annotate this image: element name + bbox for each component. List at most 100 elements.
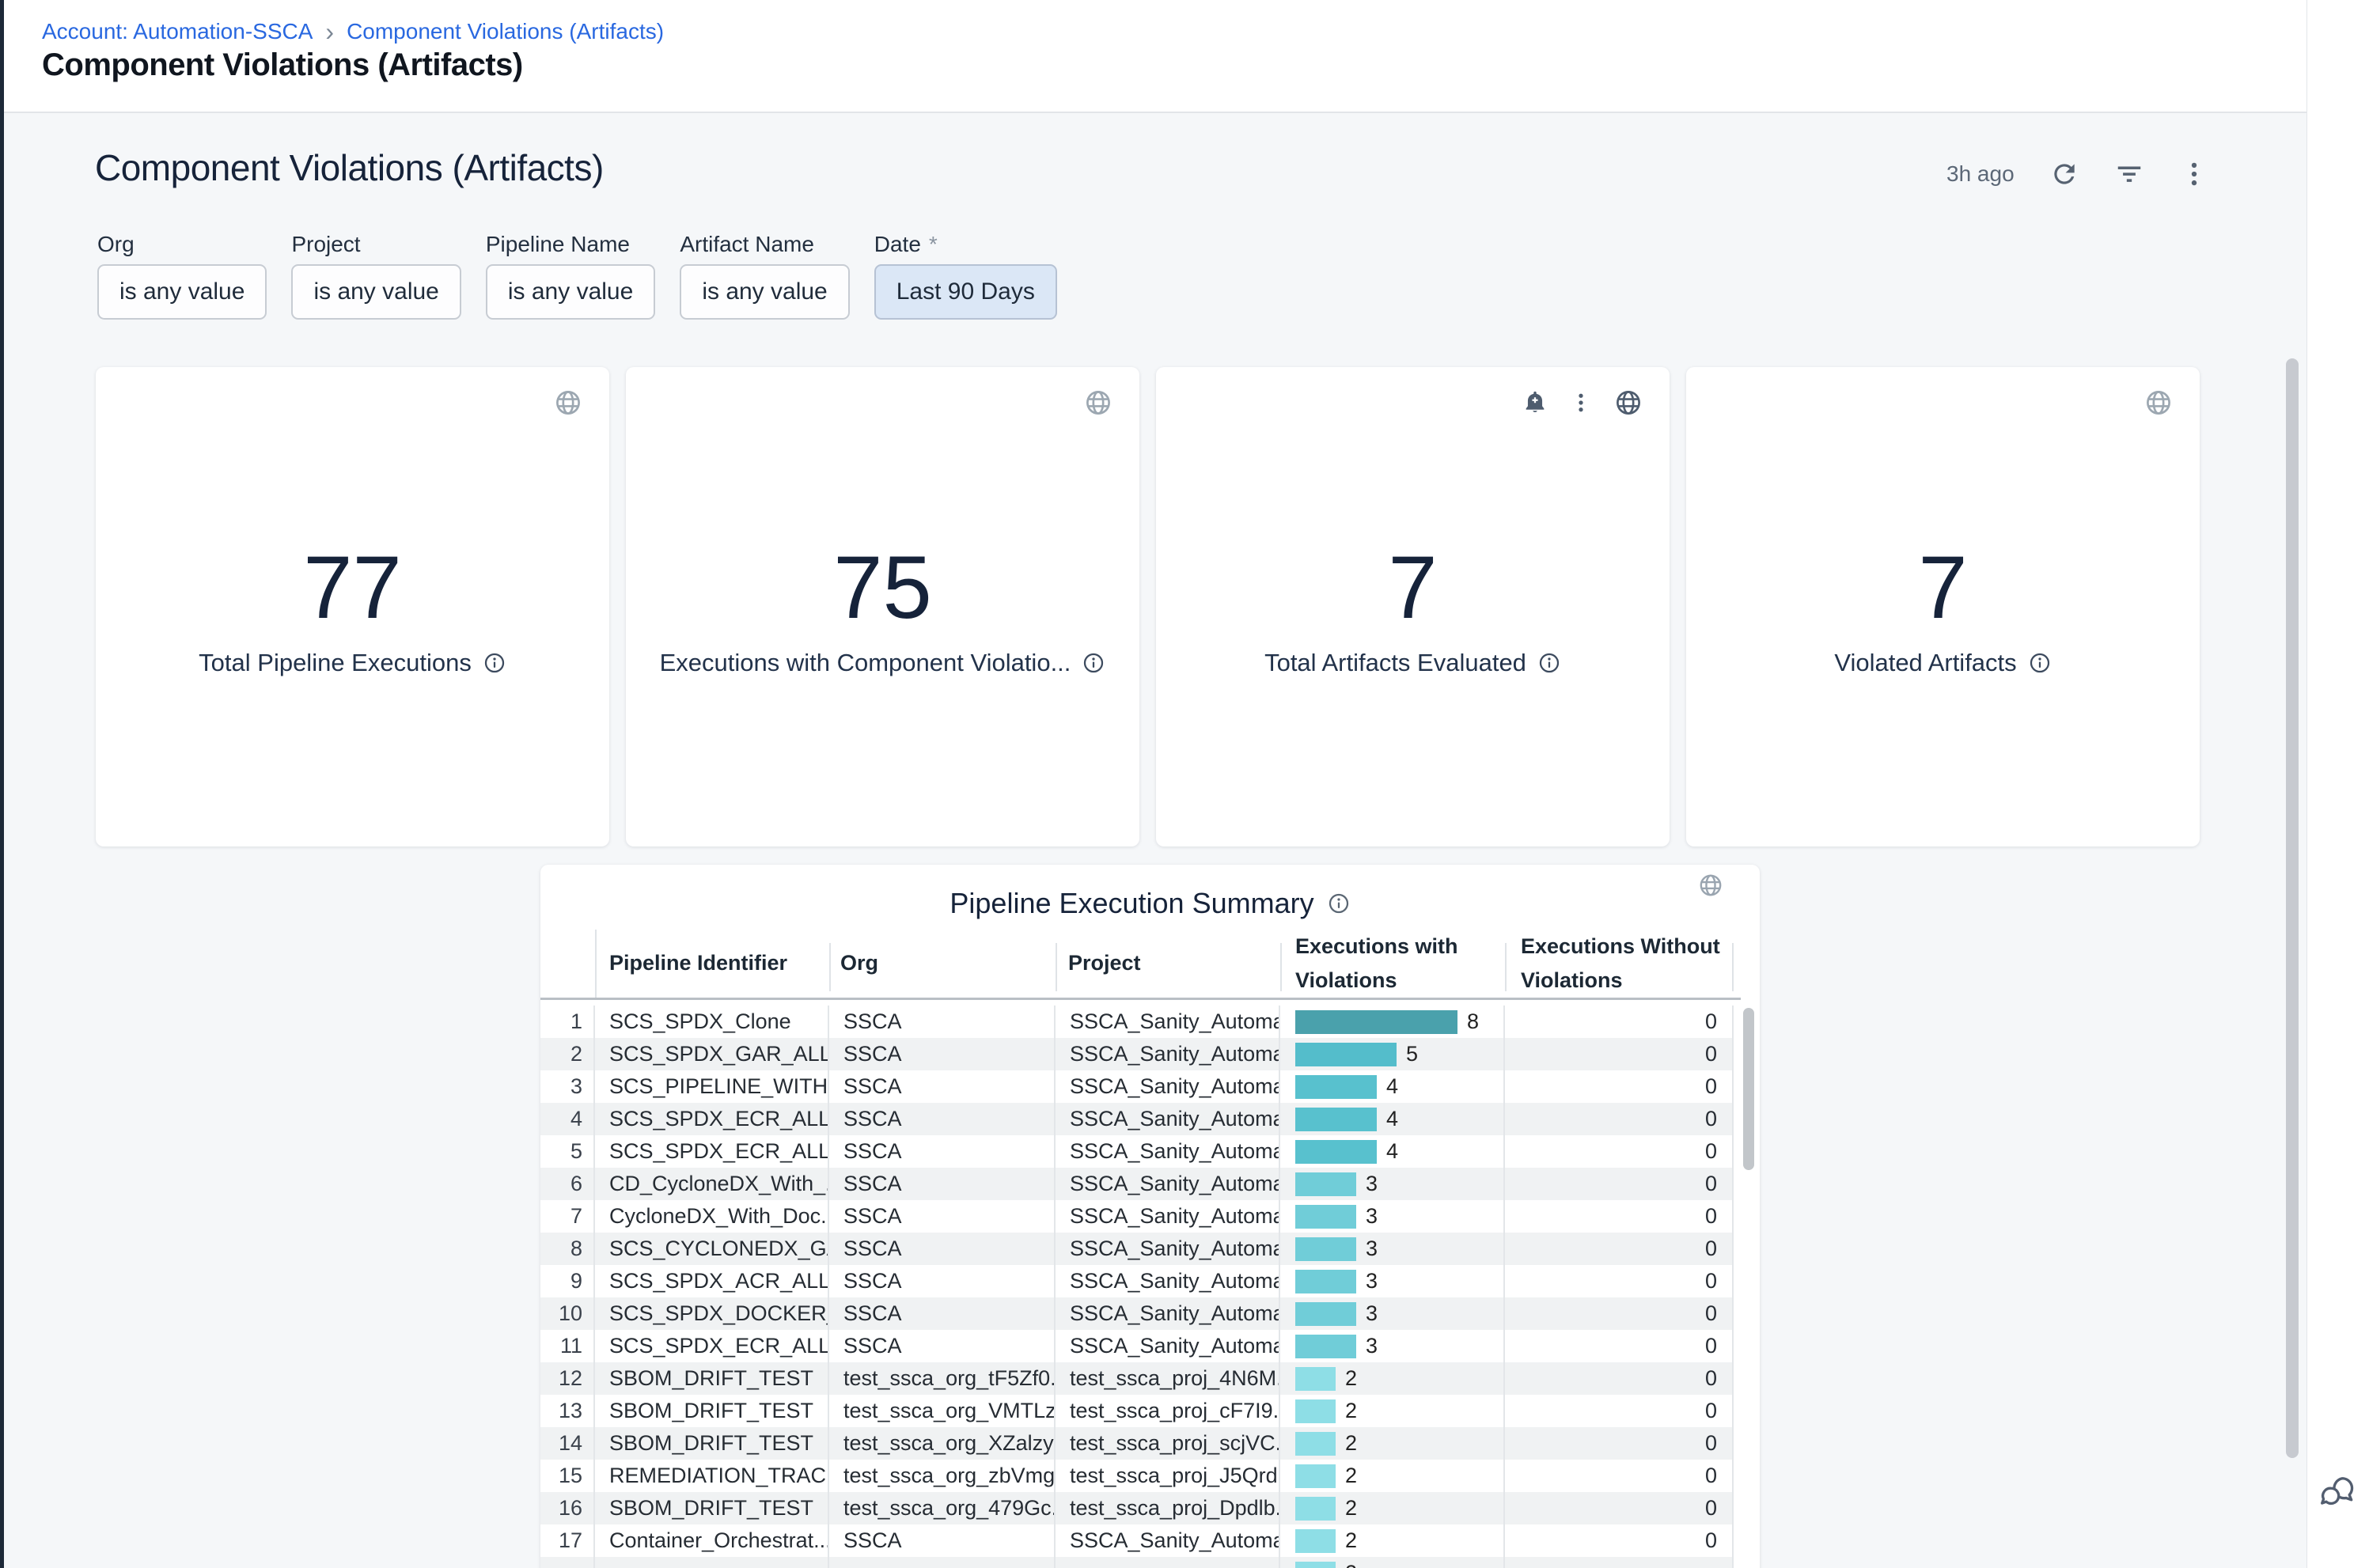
violations-bar[interactable] <box>1295 1270 1356 1293</box>
cell-pipeline-identifier: SCS_CYCLONEDX_GA... <box>595 1233 829 1265</box>
cell-org: SSCA <box>829 1200 1056 1233</box>
row-index: 4 <box>540 1103 595 1135</box>
cell-pipeline-identifier: SCS_SPDX_ECR_ALL_... <box>595 1135 829 1168</box>
table-row[interactable]: 15 REMEDIATION_TRAC... test_ssca_org_zbV… <box>540 1460 1734 1492</box>
globe-icon[interactable] <box>1083 388 1113 418</box>
chat-help-icon[interactable] <box>2318 1473 2358 1513</box>
cell-executions-without-violations: 0 <box>1505 1460 1734 1492</box>
cell-executions-without-violations: 0 <box>1505 1492 1734 1524</box>
row-index: 9 <box>540 1265 595 1297</box>
violations-bar[interactable] <box>1295 1464 1336 1488</box>
table-row[interactable]: 7 CycloneDX_With_Doc... SSCA SSCA_Sanity… <box>540 1200 1734 1233</box>
filter-value-chip-date[interactable]: Last 90 Days <box>874 264 1057 320</box>
row-index: 16 <box>540 1492 595 1524</box>
table-row[interactable]: 3 SCS_PIPELINE_WITH... SSCA SSCA_Sanity_… <box>540 1070 1734 1103</box>
violations-bar-value: 2 <box>1345 1366 1357 1391</box>
cell-executions-with-violations: 2 <box>1280 1427 1505 1460</box>
page-scrollbar-thumb[interactable] <box>2286 358 2299 1458</box>
violations-bar-value: 5 <box>1406 1042 1418 1066</box>
info-icon[interactable] <box>1537 651 1561 675</box>
cell-executions-without-violations: 0 <box>1505 1038 1734 1070</box>
column-header-project[interactable]: Project <box>1068 951 1141 975</box>
cell-org: SSCA <box>829 1038 1056 1070</box>
globe-icon[interactable] <box>2143 388 2174 418</box>
cell-project: SSCA_Sanity_Automa... <box>1056 1168 1280 1200</box>
info-icon[interactable] <box>483 651 506 675</box>
cell-executions-with-violations: 2 <box>1280 1362 1505 1395</box>
column-header-org[interactable]: Org <box>840 951 878 975</box>
table-row[interactable]: 10 SCS_SPDX_DOCKER_... SSCA SSCA_Sanity_… <box>540 1297 1734 1330</box>
row-index: 3 <box>540 1070 595 1103</box>
cell-executions-without-violations: 0 <box>1505 1297 1734 1330</box>
info-icon[interactable] <box>1082 651 1105 675</box>
violations-bar[interactable] <box>1295 1108 1377 1131</box>
table-row[interactable]: 14 SBOM_DRIFT_TEST test_ssca_org_XZalzy.… <box>540 1427 1734 1460</box>
cell-pipeline-identifier: SCS_SPDX_Clone <box>595 1006 829 1038</box>
kebab-menu-icon[interactable] <box>2179 159 2209 189</box>
table-row[interactable]: 13 SBOM_DRIFT_TEST test_ssca_org_VMTLz..… <box>540 1395 1734 1427</box>
filter-group: Date* Last 90 Days <box>874 232 1057 320</box>
globe-icon[interactable] <box>553 388 583 418</box>
violations-bar[interactable] <box>1295 1432 1336 1456</box>
cell-project: SSCA_Sanity_Automa... <box>1056 1297 1280 1330</box>
filter-value-chip-project[interactable]: is any value <box>291 264 461 320</box>
cell-executions-with-violations: 3 <box>1280 1265 1505 1297</box>
table-row[interactable]: 16 SBOM_DRIFT_TEST test_ssca_org_479Gc..… <box>540 1492 1734 1524</box>
violations-bar-value: 2 <box>1345 1464 1357 1488</box>
violations-bar[interactable] <box>1295 1335 1356 1358</box>
violations-bar[interactable] <box>1295 1075 1377 1099</box>
filter-value-chip-pipeline-name[interactable]: is any value <box>486 264 655 320</box>
table-row[interactable]: 4 SCS_SPDX_ECR_ALL_... SSCA SSCA_Sanity_… <box>540 1103 1734 1135</box>
column-header-executions-with-line2[interactable]: Violations <box>1295 968 1397 993</box>
globe-icon[interactable] <box>1613 388 1643 418</box>
cell-executions-with-violations: 2 <box>1280 1492 1505 1524</box>
table-row[interactable]: 9 SCS_SPDX_ACR_ALL... SSCA SSCA_Sanity_A… <box>540 1265 1734 1297</box>
cell-org: test_ssca_org_tF5Zf0... <box>829 1362 1056 1395</box>
violations-bar-value: 2 <box>1345 1528 1357 1553</box>
breadcrumb-account-link[interactable]: Account: Automation-SSCA <box>42 19 313 44</box>
info-icon[interactable] <box>2028 651 2052 675</box>
table-row[interactable]: 11 SCS_SPDX_ECR_ALL_... SSCA SSCA_Sanity… <box>540 1330 1734 1362</box>
kebab-menu-icon[interactable] <box>1569 391 1593 415</box>
violations-bar[interactable] <box>1295 1237 1356 1261</box>
violations-bar[interactable] <box>1295 1529 1336 1553</box>
violations-bar[interactable] <box>1295 1562 1336 1568</box>
violations-bar[interactable] <box>1295 1399 1336 1423</box>
table-row[interactable]: 17 Container_Orchestrat... SSCA SSCA_San… <box>540 1524 1734 1557</box>
violations-bar[interactable] <box>1295 1205 1356 1229</box>
violations-bar[interactable] <box>1295 1302 1356 1326</box>
column-header-executions-without-line2[interactable]: Violations <box>1521 968 1623 993</box>
violations-bar[interactable] <box>1295 1140 1377 1164</box>
row-index: 1 <box>540 1006 595 1038</box>
globe-icon[interactable] <box>1697 872 1724 899</box>
violations-bar[interactable] <box>1295 1367 1336 1391</box>
table-scrollbar-thumb[interactable] <box>1743 1008 1754 1170</box>
table-row[interactable]: 5 SCS_SPDX_ECR_ALL_... SSCA SSCA_Sanity_… <box>540 1135 1734 1168</box>
table-row[interactable]: 8 SCS_CYCLONEDX_GA... SSCA SSCA_Sanity_A… <box>540 1233 1734 1265</box>
violations-bar[interactable] <box>1295 1172 1356 1196</box>
alert-bell-plus-icon[interactable] <box>1522 389 1548 416</box>
metric-label-row: Violated Artifacts <box>1686 649 2200 677</box>
violations-bar[interactable] <box>1295 1043 1397 1066</box>
cell-project: test_ssca_proj_scjVC... <box>1056 1427 1280 1460</box>
table-row[interactable]: 2 SCS_SPDX_GAR_ALL... SSCA SSCA_Sanity_A… <box>540 1038 1734 1070</box>
breadcrumb-current-link[interactable]: Component Violations (Artifacts) <box>347 19 664 44</box>
column-header-pipeline[interactable]: Pipeline Identifier <box>609 951 787 975</box>
cell-pipeline-identifier: REMEDIATION_TRAC... <box>595 1460 829 1492</box>
cell-org: SSCA <box>829 1070 1056 1103</box>
filter-icon[interactable] <box>2114 159 2144 189</box>
cell-pipeline-identifier: SCS_SPDX_DOCKER_... <box>595 1297 829 1330</box>
column-header-executions-without[interactable]: Executions Without <box>1521 934 1720 959</box>
table-row[interactable]: 12 SBOM_DRIFT_TEST test_ssca_org_tF5Zf0.… <box>540 1362 1734 1395</box>
filter-value-chip-artifact-name[interactable]: is any value <box>680 264 849 320</box>
table-row[interactable]: 6 CD_CycloneDX_With_... SSCA SSCA_Sanity… <box>540 1168 1734 1200</box>
filter-value-chip-org[interactable]: is any value <box>97 264 267 320</box>
table-row[interactable]: 2 <box>540 1557 1734 1568</box>
violations-bar[interactable] <box>1295 1497 1336 1521</box>
column-header-executions-with[interactable]: Executions with <box>1295 934 1458 959</box>
metric-label-row: Executions with Component Violatio... <box>626 649 1139 677</box>
violations-bar[interactable] <box>1295 1010 1457 1034</box>
refresh-icon[interactable] <box>2049 159 2079 189</box>
table-row[interactable]: 1 SCS_SPDX_Clone SSCA SSCA_Sanity_Automa… <box>540 1006 1734 1038</box>
row-index: 7 <box>540 1200 595 1233</box>
